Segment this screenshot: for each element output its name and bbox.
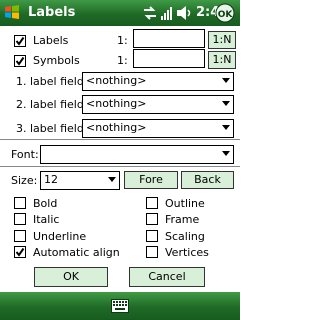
back-color-button[interactable]: Back [181,171,234,189]
window-title: Labels [28,5,76,20]
italic-label: Italic [33,213,60,226]
bold-label: Bold [33,197,58,210]
connectivity-icon[interactable] [142,6,158,20]
symbols-value-field[interactable] [133,49,205,68]
labels-ratio-button[interactable]: 1:N [208,31,236,49]
font-select[interactable] [40,145,234,164]
label-field-1-value: <nothing> [86,74,147,87]
underline-checkbox[interactable] [14,230,26,242]
size-value: 12 [44,173,58,186]
ok-close-icon[interactable]: OK [214,3,236,23]
labels-index: 1: [117,34,128,47]
label-field-3-value: <nothing> [86,121,147,134]
outline-checkbox[interactable] [146,197,158,209]
windows-start-icon[interactable] [3,3,21,21]
size-select[interactable]: 12 [40,171,120,190]
size-label: Size: [11,174,38,187]
outline-label: Outline [165,197,205,210]
chevron-down-icon [222,125,230,130]
symbols-checkbox[interactable] [14,55,26,67]
automatic-align-label: Automatic align [33,246,120,259]
symbols-label: Symbols [33,54,80,67]
chevron-down-icon [222,78,230,83]
automatic-align-checkbox[interactable] [14,246,26,258]
vertices-checkbox[interactable] [146,246,158,258]
ok-button[interactable]: OK [34,267,108,287]
frame-label: Frame [165,213,200,226]
labels-checkbox[interactable] [14,35,26,47]
cancel-button[interactable]: Cancel [129,267,205,287]
bold-checkbox[interactable] [14,197,26,209]
underline-label: Underline [33,230,87,243]
frame-checkbox[interactable] [146,213,158,225]
italic-checkbox[interactable] [14,213,26,225]
separator [0,166,240,167]
vertices-label: Vertices [165,246,209,259]
label-field-2-label: 2. label field: [16,98,88,111]
label-field-3-label: 3. label field: [16,122,88,135]
ok-close-label: OK [218,10,234,20]
labels-label: Labels [33,34,69,47]
separator [0,139,240,140]
symbols-ratio-button[interactable]: 1:N [208,51,236,69]
chevron-down-icon [222,101,230,106]
label-field-2-select[interactable]: <nothing> [82,95,234,114]
chevron-down-icon [108,177,116,182]
label-field-1-select[interactable]: <nothing> [82,72,234,91]
check-icon [15,56,25,66]
chevron-down-icon [222,151,230,156]
symbols-index: 1: [117,54,128,67]
scaling-label: Scaling [165,230,205,243]
keyboard-icon[interactable] [111,299,129,313]
font-label: Font: [11,148,39,161]
scaling-checkbox[interactable] [146,230,158,242]
check-icon [15,36,25,46]
labels-value-field[interactable] [133,29,205,48]
label-field-3-select[interactable]: <nothing> [82,119,234,138]
signal-icon[interactable] [160,5,174,21]
label-field-1-label: 1. label field: [16,75,88,88]
check-icon [15,247,25,257]
volume-icon[interactable] [176,5,194,21]
fore-color-button[interactable]: Fore [124,171,178,189]
label-field-2-value: <nothing> [86,97,147,110]
